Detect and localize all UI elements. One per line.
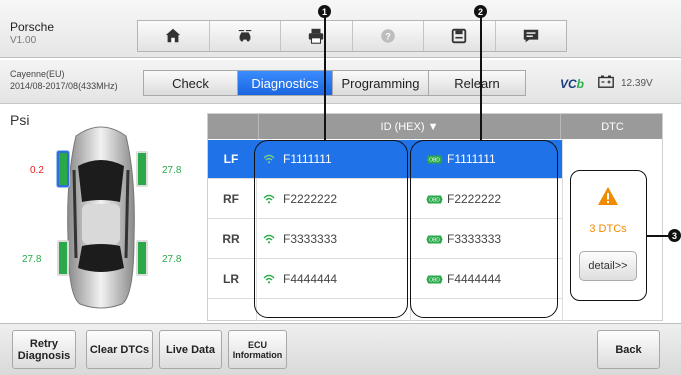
warning-icon [598,187,618,205]
wireless-sensor-icon [263,154,275,164]
row-position: RF [223,192,239,206]
table-header: ID (HEX) ▼ DTC [208,114,662,139]
retry-diagnosis-label: Retry Diagnosis [17,337,71,362]
sensor-id-value: F4444444 [283,272,338,286]
pressure-front-left: 0.2 [30,165,44,176]
callout-leader-1 [324,17,326,141]
sensor-id-cell: F4444444 [258,260,410,298]
dtc-column-header: DTC [601,120,624,133]
obd-icon: OBD [426,155,443,163]
back-button[interactable]: Back [597,330,660,369]
print-button[interactable] [281,21,353,51]
wireless-sensor-icon [263,234,275,244]
dtc-panel: 3 DTCs detail>> [570,170,647,301]
sensor-id-value: F2222222 [283,192,338,206]
message-button[interactable] [496,21,567,51]
vehicle-info: 2014/08-2017/08(433MHz) [10,81,118,91]
help-button[interactable]: ? [353,21,424,51]
svg-text:OBD: OBD [429,157,440,163]
table-row-rr[interactable]: RR F3333333 OBD F3333333 [208,220,562,259]
ecu-id-value: F4444444 [447,272,502,286]
home-button[interactable] [138,21,210,51]
battery-icon [598,75,614,88]
table-row-lf[interactable]: LF F1111111 OBD F1111111 [208,140,562,179]
tab-diagnostics[interactable]: Diagnostics [238,71,333,95]
sensor-id-cell: F2222222 [258,180,410,218]
ecu-id-value: F2222222 [447,192,502,206]
pressure-unit-label: Psi [10,112,30,128]
ecu-id-cell: OBD F2222222 [414,180,562,218]
vehicle-swap-button[interactable] [210,21,281,51]
row-position: LF [223,152,239,166]
sensor-id-value: F3333333 [283,232,338,246]
home-icon [166,28,181,43]
live-data-button[interactable]: Live Data [159,330,222,369]
vehicle-model: Cayenne(EU) [10,69,65,79]
tire-front-left[interactable] [57,151,69,187]
pressure-rear-left: 27.8 [22,254,42,265]
wireless-sensor-icon [263,194,275,204]
clear-dtcs-button[interactable]: Clear DTCs [86,330,153,369]
toolbar-buttons: ? [137,20,567,52]
top-toolbar: Porsche V1.00 ? [0,0,681,58]
vci-label: VC [560,77,577,91]
row-position: RR [222,232,240,246]
tire-rear-right[interactable] [136,240,148,276]
message-icon [523,29,538,43]
svg-text:OBD: OBD [429,237,440,243]
obd-icon: OBD [426,235,443,243]
obd-icon: OBD [426,195,443,203]
ecu-id-cell: OBD F3333333 [414,220,562,258]
tire-rear-left[interactable] [57,240,69,276]
table-row-lr[interactable]: LR F4444444 OBD F4444444 [208,260,562,299]
row-position: LR [223,272,239,286]
ecu-information-label: ECU Information [232,339,283,360]
vehicle-top-view-image [67,126,135,309]
svg-text:OBD: OBD [429,277,440,283]
ecu-id-cell: OBD F1111111 [414,140,562,178]
save-icon [452,28,467,44]
dtc-count: 3 DTCs [589,223,627,235]
svg-text:OBD: OBD [429,197,440,203]
bottom-action-bar: Retry Diagnosis Clear DTCs Live Data ECU I… [0,323,681,375]
tire-front-right[interactable] [136,151,148,187]
sensor-id-cell: F3333333 [258,220,410,258]
pressure-rear-right: 27.8 [162,254,182,265]
help-icon: ? [381,29,395,43]
ecu-id-cell: OBD F4444444 [414,260,562,298]
ecu-id-value: F3333333 [447,232,502,246]
print-icon [309,28,324,44]
app-version: V1.00 [10,35,37,46]
vci-status: VCb [560,77,584,91]
battery-voltage: 12.39V [621,78,653,89]
car-swap-icon [238,30,252,42]
retry-diagnosis-button[interactable]: Retry Diagnosis [12,330,76,369]
save-button[interactable] [424,21,496,51]
app-title: Porsche [10,20,55,34]
tab-programming[interactable]: Programming [333,71,429,95]
callout-leader-3 [647,235,669,237]
table-row-rf[interactable]: RF F2222222 OBD F2222222 [208,180,562,219]
callout-marker-3: 3 [668,229,681,242]
info-bar: Cayenne(EU) 2014/08-2017/08(433MHz) Chec… [0,60,681,104]
sensor-id-value: F1111111 [283,152,332,166]
ecu-id-value: F1111111 [447,152,496,166]
tab-check[interactable]: Check [144,71,238,95]
tab-relearn[interactable]: Relearn [429,71,525,95]
sensor-id-cell: F1111111 [258,140,410,178]
dtc-detail-button[interactable]: detail>> [579,251,637,281]
function-tabs: Check Diagnostics Programming Relearn [143,70,526,96]
pressure-front-right: 27.8 [162,165,182,176]
ecu-information-button[interactable]: ECU Information [228,330,287,369]
vci-connected-indicator: b [576,77,585,91]
svg-text:?: ? [385,32,391,42]
column-divider [562,139,563,321]
id-hex-column-header[interactable]: ID (HEX) ▼ [258,114,561,139]
obd-icon: OBD [426,275,443,283]
wireless-sensor-icon [263,274,275,284]
callout-leader-2 [480,17,482,141]
